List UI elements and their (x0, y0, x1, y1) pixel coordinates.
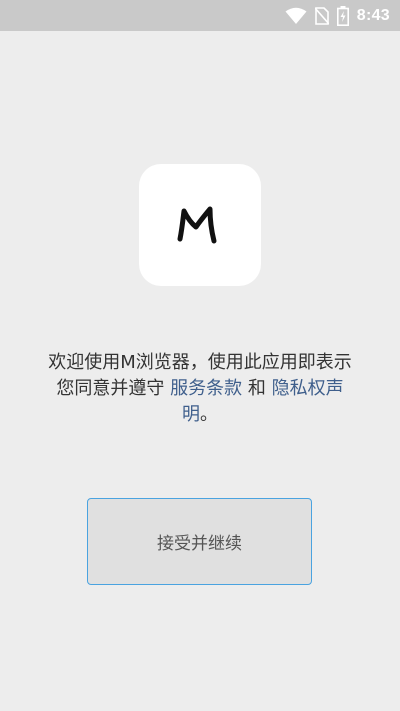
accept-continue-button[interactable]: 接受并继续 (87, 498, 312, 585)
m-logo-icon (177, 206, 217, 244)
wifi-icon (285, 7, 307, 25)
status-bar: 8:43 (0, 0, 400, 31)
no-sim-icon (314, 6, 329, 25)
consent-message: 欢迎使用M浏览器，使用此应用即表示您同意并遵守 服务条款 和 隐私权声明。 (40, 350, 360, 428)
consent-conjunction: 和 (247, 378, 266, 399)
status-time: 8:43 (356, 6, 390, 24)
terms-of-service-link[interactable]: 服务条款 (170, 378, 242, 399)
battery-charging-icon (336, 5, 349, 26)
accept-continue-label: 接受并继续 (157, 534, 242, 554)
app-logo (139, 164, 261, 286)
consent-end: 。 (200, 404, 218, 425)
